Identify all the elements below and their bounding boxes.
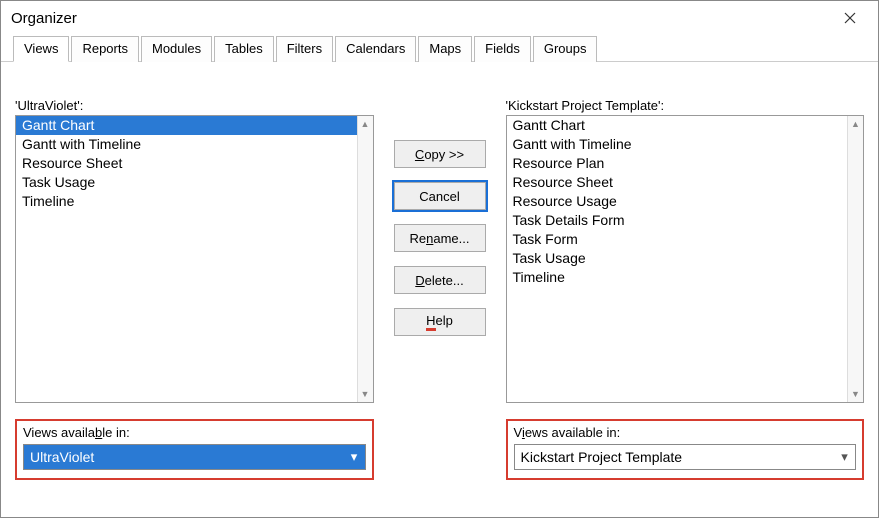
cancel-button[interactable]: Cancel xyxy=(394,182,486,210)
left-list-label: 'UltraViolet': xyxy=(15,98,374,113)
rename-button[interactable]: Rename... xyxy=(394,224,486,252)
scrollbar[interactable]: ▲ ▼ xyxy=(357,116,373,402)
chevron-down-icon: ▾ xyxy=(833,445,855,469)
tab-groups[interactable]: Groups xyxy=(533,36,598,62)
list-item[interactable]: Task Usage xyxy=(507,249,848,268)
scroll-down-icon: ▼ xyxy=(358,386,373,402)
help-button[interactable]: Help xyxy=(394,308,486,336)
tab-modules[interactable]: Modules xyxy=(141,36,212,62)
close-icon xyxy=(844,12,856,24)
right-available-value: Kickstart Project Template xyxy=(515,449,834,465)
delete-button[interactable]: Delete... xyxy=(394,266,486,294)
list-item[interactable]: Task Details Form xyxy=(507,211,848,230)
list-item[interactable]: Timeline xyxy=(507,268,848,287)
left-listbox[interactable]: Gantt ChartGantt with TimelineResource S… xyxy=(15,115,374,403)
right-available-combo[interactable]: Kickstart Project Template ▾ xyxy=(514,444,857,470)
tab-fields[interactable]: Fields xyxy=(474,36,531,62)
tab-filters[interactable]: Filters xyxy=(276,36,333,62)
list-item[interactable]: Resource Sheet xyxy=(507,173,848,192)
tab-tables[interactable]: Tables xyxy=(214,36,274,62)
scroll-up-icon: ▲ xyxy=(848,116,863,132)
left-available-combo[interactable]: UltraViolet ▾ xyxy=(23,444,366,470)
list-item[interactable]: Task Form xyxy=(507,230,848,249)
right-available-label: Views available in: xyxy=(514,425,857,440)
tab-reports[interactable]: Reports xyxy=(71,36,139,62)
list-item[interactable]: Gantt Chart xyxy=(16,116,357,135)
right-highlight-annotation: Views available in: Kickstart Project Te… xyxy=(506,419,865,480)
left-highlight-annotation: Views available in: UltraViolet ▾ xyxy=(15,419,374,480)
tab-maps[interactable]: Maps xyxy=(418,36,472,62)
tab-row: ViewsReportsModulesTablesFiltersCalendar… xyxy=(1,35,878,62)
scroll-down-icon: ▼ xyxy=(848,386,863,402)
right-listbox[interactable]: Gantt ChartGantt with TimelineResource P… xyxy=(506,115,865,403)
scroll-up-icon: ▲ xyxy=(358,116,373,132)
right-list-label: 'Kickstart Project Template': xyxy=(506,98,865,113)
list-item[interactable]: Gantt with Timeline xyxy=(16,135,357,154)
window-title: Organizer xyxy=(11,10,77,27)
scrollbar[interactable]: ▲ ▼ xyxy=(847,116,863,402)
left-available-label: Views available in: xyxy=(23,425,366,440)
tab-views[interactable]: Views xyxy=(13,36,69,62)
list-item[interactable]: Resource Sheet xyxy=(16,154,357,173)
copy-button[interactable]: Copy >> xyxy=(394,140,486,168)
close-button[interactable] xyxy=(830,3,870,33)
list-item[interactable]: Resource Usage xyxy=(507,192,848,211)
list-item[interactable]: Timeline xyxy=(16,192,357,211)
list-item[interactable]: Task Usage xyxy=(16,173,357,192)
list-item[interactable]: Resource Plan xyxy=(507,154,848,173)
list-item[interactable]: Gantt Chart xyxy=(507,116,848,135)
list-item[interactable]: Gantt with Timeline xyxy=(507,135,848,154)
tab-calendars[interactable]: Calendars xyxy=(335,36,416,62)
left-available-value: UltraViolet xyxy=(24,449,343,465)
chevron-down-icon: ▾ xyxy=(343,445,365,469)
